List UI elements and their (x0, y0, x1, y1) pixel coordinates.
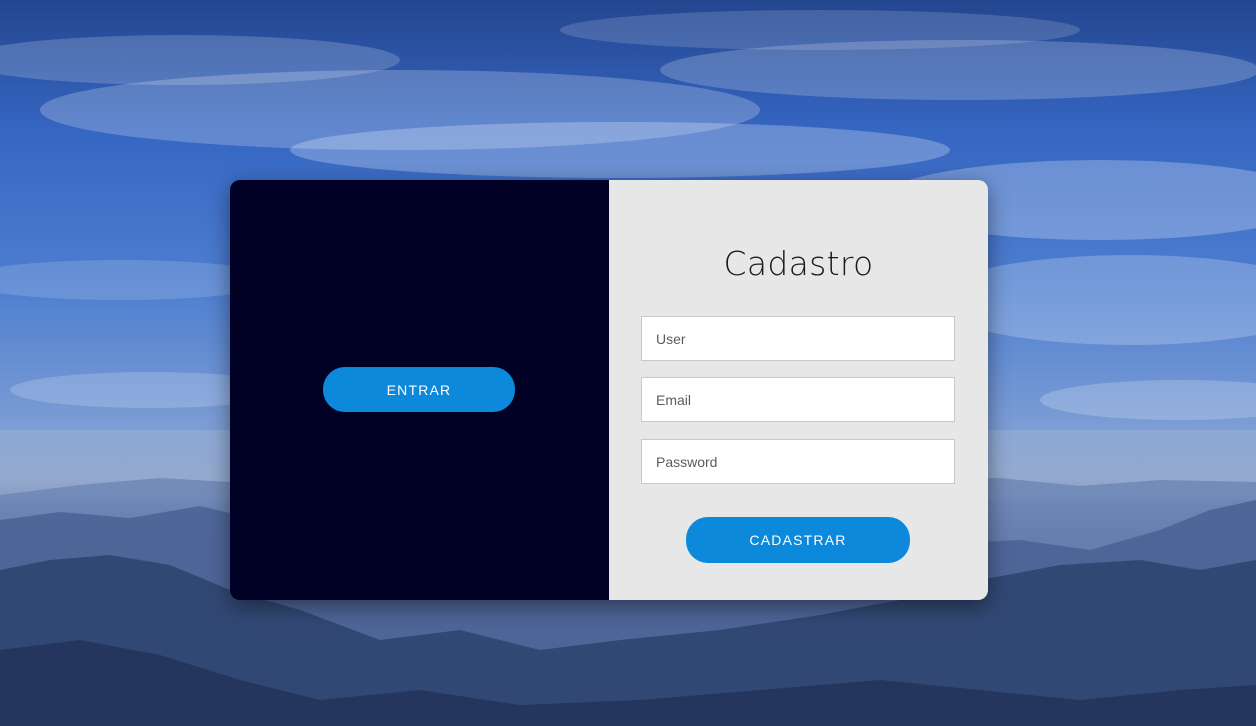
login-panel: ENTRAR (230, 180, 609, 600)
signup-button[interactable]: CADASTRAR (686, 517, 910, 563)
auth-card: ENTRAR Cadastro CADASTRAR (230, 180, 988, 600)
signup-title: Cadastro (723, 244, 874, 283)
email-field[interactable] (641, 377, 955, 422)
password-field[interactable] (641, 439, 955, 484)
user-field[interactable] (641, 316, 955, 361)
enter-button[interactable]: ENTRAR (323, 367, 515, 412)
signup-panel: Cadastro CADASTRAR (609, 180, 988, 600)
